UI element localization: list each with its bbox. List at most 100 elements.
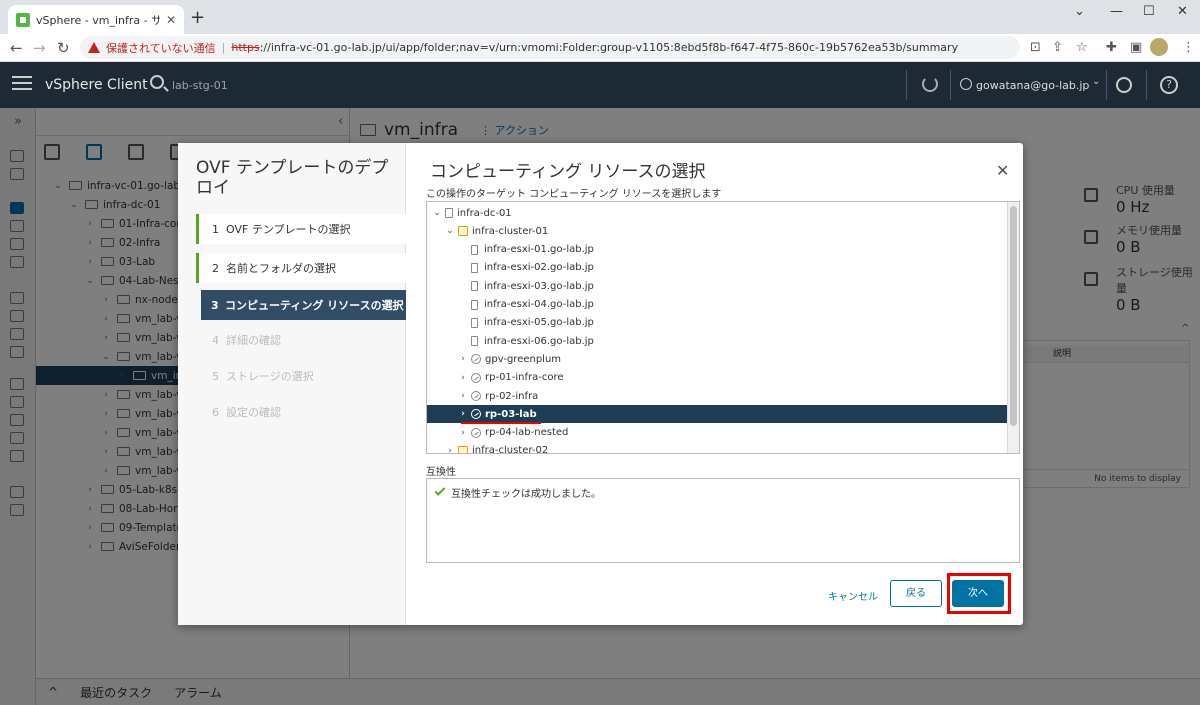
chevron-right-icon[interactable]: ›: [457, 354, 469, 364]
chevron-down-icon[interactable]: ⌄: [1092, 76, 1100, 87]
chevron-down-icon[interactable]: ⌄: [431, 208, 443, 218]
back-button[interactable]: 戻る: [890, 580, 942, 607]
chevron-right-icon[interactable]: ›: [457, 391, 469, 401]
reload-button[interactable]: ↻: [57, 39, 70, 57]
wizard-step-2[interactable]: 2 名前とフォルダの選択: [196, 253, 406, 283]
hamburger-menu-icon[interactable]: [12, 76, 32, 90]
resource-tree-label: infra-esxi-03.go-lab.jp: [484, 280, 594, 292]
search-icon[interactable]: [150, 75, 164, 89]
tab-title: vSphere - vm_infra - サマリ: [36, 13, 160, 27]
chevron-right-icon[interactable]: ›: [457, 409, 469, 419]
user-menu[interactable]: gowatana@go-lab.jp: [976, 79, 1089, 92]
url-bar[interactable]: 保護されていない通信 | https://infra-vc-01.go-lab.…: [80, 36, 1020, 59]
datacenter-icon: [445, 208, 453, 218]
resource-tree-item[interactable]: › rp-01-infra-core: [427, 369, 1007, 387]
resource-tree-item[interactable]: ⌄ infra-dc-01: [427, 204, 1007, 222]
resource-tree-label: infra-cluster-01: [472, 225, 549, 237]
compatibility-message: 互換性チェックは成功しました。: [451, 489, 601, 500]
tab-search-icon[interactable]: ⌄: [1074, 4, 1085, 19]
window-close-button[interactable]: ✕: [1177, 4, 1188, 19]
minimize-button[interactable]: —: [1110, 4, 1123, 19]
resource-tree-label: rp-01-infra-core: [485, 372, 564, 384]
wizard-step-1[interactable]: 1 OVF テンプレートの選択: [196, 214, 406, 244]
resource-tree-label: infra-dc-01: [457, 207, 512, 219]
cancel-button[interactable]: キャンセル: [828, 588, 878, 603]
resource-tree-item[interactable]: ⌄ infra-cluster-01: [427, 222, 1007, 240]
wizard-title: OVF テンプレートのデプロイ: [196, 158, 389, 198]
chevron-down-icon[interactable]: ⌄: [444, 226, 456, 236]
chevron-right-icon[interactable]: ›: [457, 428, 469, 438]
step-number: 6: [212, 405, 219, 419]
resource-tree-item[interactable]: › gpv-greenplum: [427, 350, 1007, 368]
tree-scrollbar[interactable]: [1007, 202, 1019, 453]
vsphere-favicon-icon: [16, 12, 30, 27]
resource-tree-item[interactable]: › infra-cluster-02: [427, 442, 1007, 454]
header-divider: [1146, 70, 1147, 100]
warning-icon: [88, 42, 100, 53]
resource-tree-item[interactable]: infra-esxi-01.go-lab.jp: [427, 241, 1007, 259]
resource-tree-label: rp-04-lab-nested: [485, 427, 569, 439]
wizard-step-5: 5 ストレージの選択: [196, 361, 406, 391]
chevron-right-icon[interactable]: ›: [444, 446, 456, 453]
header-divider: [906, 70, 907, 100]
scrollbar-thumb[interactable]: [1010, 206, 1017, 426]
next-button[interactable]: 次へ: [952, 580, 1004, 607]
translate-icon[interactable]: ⊡: [1030, 40, 1041, 55]
new-tab-button[interactable]: +: [190, 7, 205, 28]
resource-pool-icon: [471, 409, 481, 420]
back-button[interactable]: ←: [10, 39, 23, 57]
header-divider: [1106, 70, 1107, 100]
chevron-right-icon[interactable]: ›: [457, 373, 469, 383]
resource-tree-item[interactable]: › rp-02-infra: [427, 387, 1007, 405]
url-scheme: https: [231, 41, 260, 54]
tab-close-icon[interactable]: ✕: [166, 13, 176, 27]
host-icon: [471, 262, 478, 273]
star-icon[interactable]: ☆: [1076, 40, 1088, 55]
resource-tree-item[interactable]: infra-esxi-05.go-lab.jp: [427, 314, 1007, 332]
ovf-deploy-wizard: OVF テンプレートのデプロイ 1 OVF テンプレートの選択 2 名前とフォルダの選…: [178, 143, 1023, 625]
resource-tree-label: infra-esxi-05.go-lab.jp: [484, 317, 594, 329]
wizard-step-4: 4 詳細の確認: [196, 325, 406, 355]
url-separator: |: [221, 41, 226, 54]
user-icon: [960, 78, 972, 90]
help-icon[interactable]: ?: [1160, 76, 1178, 94]
resource-tree-label: infra-esxi-06.go-lab.jp: [484, 335, 594, 347]
resource-pool-icon: [471, 372, 481, 383]
close-icon[interactable]: ✕: [996, 161, 1009, 180]
step-label: 名前とフォルダの選択: [226, 262, 336, 275]
resource-tree-item[interactable]: infra-esxi-04.go-lab.jp: [427, 296, 1007, 314]
browser-tab[interactable]: vSphere - vm_infra - サマリ ✕: [8, 5, 184, 34]
resource-tree-label: gpv-greenplum: [485, 353, 562, 365]
feedback-smiley-icon[interactable]: [1116, 77, 1132, 93]
resource-tree-item[interactable]: infra-esxi-03.go-lab.jp: [427, 277, 1007, 295]
resource-tree-item[interactable]: infra-esxi-02.go-lab.jp: [427, 259, 1007, 277]
menu-icon[interactable]: ⋮: [1182, 40, 1195, 55]
resource-tree-label: infra-cluster-02: [472, 445, 549, 454]
wizard-step-3[interactable]: 3 コンピューティング リソースの選択: [201, 290, 406, 320]
url-text: ://infra-vc-01.go-lab.jp/ui/app/folder;n…: [259, 41, 959, 54]
step-number: 1: [212, 222, 219, 236]
refresh-icon[interactable]: [922, 76, 938, 92]
compatibility-box: 互換性チェックは成功しました。: [426, 478, 1020, 563]
profile-avatar[interactable]: [1150, 38, 1168, 56]
resource-pool-icon: [471, 354, 481, 365]
resource-pool-icon: [471, 391, 481, 401]
resource-tree-item[interactable]: › rp-04-lab-nested: [427, 424, 1007, 442]
maximize-button[interactable]: ☐: [1143, 4, 1155, 19]
wizard-step-6: 6 設定の確認: [196, 397, 406, 427]
resource-tree-item[interactable]: infra-esxi-06.go-lab.jp: [427, 332, 1007, 350]
share-icon[interactable]: ⇪: [1052, 40, 1063, 55]
address-toolbar: ← → ↻ 保護されていない通信 | https://infra-vc-01.g…: [0, 34, 1200, 62]
security-warning[interactable]: 保護されていない通信: [106, 40, 216, 56]
cluster-icon: [458, 226, 468, 237]
step-number: 2: [212, 261, 219, 275]
search-input[interactable]: lab-stg-01: [172, 79, 228, 92]
forward-button[interactable]: →: [33, 39, 46, 57]
sidebar-icon[interactable]: ▣: [1130, 40, 1142, 55]
wizard-steps-panel: OVF テンプレートのデプロイ 1 OVF テンプレートの選択 2 名前とフォルダの選…: [178, 143, 406, 625]
extensions-icon[interactable]: ✚: [1106, 40, 1117, 55]
host-icon: [471, 336, 478, 347]
step-label: 設定の確認: [226, 406, 281, 419]
resource-tree-item[interactable]: › rp-03-lab: [427, 405, 1007, 424]
resource-tree-label: infra-esxi-01.go-lab.jp: [484, 244, 594, 256]
